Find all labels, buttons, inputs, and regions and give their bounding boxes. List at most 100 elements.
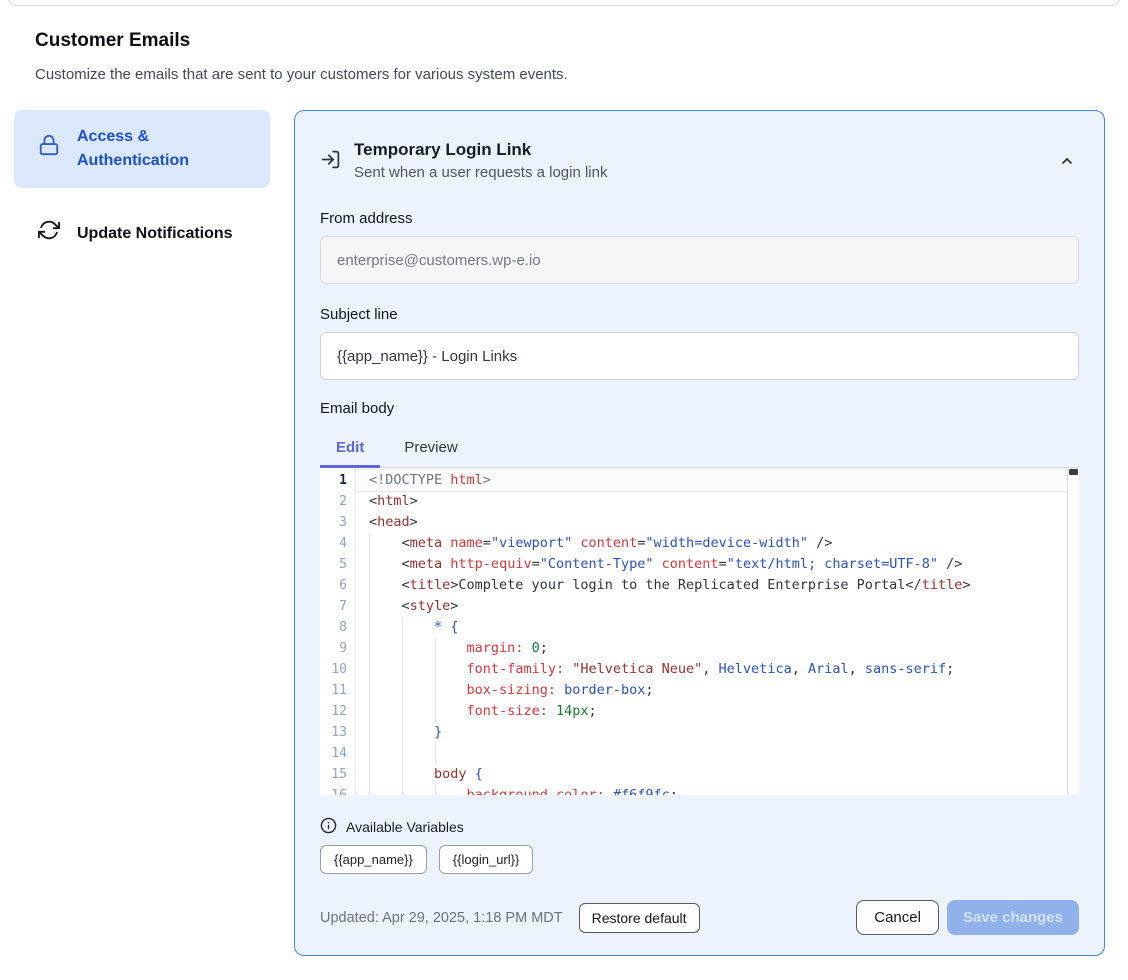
info-icon xyxy=(320,817,337,837)
indent-guide xyxy=(369,533,370,554)
previous-card-bottom-edge xyxy=(8,0,1120,6)
email-body-tabs: Edit Preview xyxy=(320,430,1079,467)
indent-guide xyxy=(369,596,370,617)
log-in-icon xyxy=(320,149,341,175)
line-number: 13 xyxy=(320,722,355,743)
code-line[interactable]: <title>Complete your login to the Replic… xyxy=(356,575,1067,596)
indent-guide xyxy=(402,722,403,743)
indent-guide xyxy=(435,680,436,701)
line-number: 12 xyxy=(320,701,355,722)
indent-guide xyxy=(402,659,403,680)
indent-guide xyxy=(369,680,370,701)
refresh-icon xyxy=(38,219,60,249)
save-changes-button[interactable]: Save changes xyxy=(947,900,1079,935)
chevron-up-icon xyxy=(1059,157,1075,172)
cancel-button[interactable]: Cancel xyxy=(856,900,939,935)
indent-guide xyxy=(402,638,403,659)
card-footer: Updated: Apr 29, 2025, 1:18 PM MDT Resto… xyxy=(320,900,1079,935)
line-number: 6 xyxy=(320,575,355,596)
indent-guide xyxy=(369,701,370,722)
indent-guide xyxy=(369,575,370,596)
page-title: Customer Emails xyxy=(35,30,190,52)
subject-line-input[interactable] xyxy=(320,332,1079,380)
indent-guide xyxy=(369,722,370,743)
card-header: Temporary Login Link Sent when a user re… xyxy=(320,137,1079,184)
code-line[interactable]: margin: 0; xyxy=(356,638,1067,659)
indent-guide xyxy=(369,764,370,785)
email-body-label: Email body xyxy=(320,400,1079,417)
available-variables-label: Available Variables xyxy=(346,819,464,835)
code-line[interactable]: font-size: 14px; xyxy=(356,701,1067,722)
line-number: 8 xyxy=(320,617,355,638)
variable-chip-app-name[interactable]: {{app_name}} xyxy=(320,845,427,874)
indent-guide xyxy=(435,701,436,722)
code-line[interactable] xyxy=(356,743,1067,764)
code-line[interactable]: * { xyxy=(356,617,1067,638)
email-types-sidebar: Access & Authentication Update Notificat… xyxy=(14,110,270,262)
variable-chips: {{app_name}} {{login_url}} xyxy=(320,845,1079,874)
page-subtitle: Customize the emails that are sent to yo… xyxy=(35,66,568,83)
sidebar-item-access-authentication[interactable]: Access & Authentication xyxy=(14,110,270,188)
indent-guide xyxy=(369,743,370,764)
line-number: 3 xyxy=(320,512,355,533)
restore-default-button[interactable]: Restore default xyxy=(579,903,700,933)
indent-guide xyxy=(402,743,403,764)
indent-guide xyxy=(402,680,403,701)
line-number: 15 xyxy=(320,764,355,785)
customer-emails-page: Customer Emails Customize the emails tha… xyxy=(0,0,1128,980)
code-line[interactable]: <head> xyxy=(356,512,1067,533)
subject-line-label: Subject line xyxy=(320,306,1079,323)
line-number: 1 xyxy=(320,470,355,491)
line-number: 10 xyxy=(320,659,355,680)
lock-icon xyxy=(38,134,60,164)
code-line[interactable]: body { xyxy=(356,764,1067,785)
indent-guide xyxy=(402,617,403,638)
tab-preview[interactable]: Preview xyxy=(388,430,473,467)
code-line[interactable]: <meta name="viewport" content="width=dev… xyxy=(356,533,1067,554)
indent-guide xyxy=(435,743,436,764)
updated-timestamp: Updated: Apr 29, 2025, 1:18 PM MDT xyxy=(320,910,563,926)
indent-guide xyxy=(402,701,403,722)
code-line[interactable]: <!DOCTYPE html> xyxy=(356,470,1067,491)
code-line[interactable]: } xyxy=(356,722,1067,743)
from-address-input[interactable] xyxy=(320,236,1079,284)
tab-edit[interactable]: Edit xyxy=(320,430,380,467)
code-line[interactable]: <style> xyxy=(356,596,1067,617)
line-number: 16 xyxy=(320,785,355,795)
editor-line-numbers: 12345678910111213141516 xyxy=(320,470,355,795)
editor-code-area[interactable]: <!DOCTYPE html><html><head> <meta name="… xyxy=(356,470,1067,795)
indent-guide xyxy=(435,659,436,680)
code-line[interactable]: <html> xyxy=(356,491,1067,512)
sidebar-item-label: Access & Authentication xyxy=(77,125,254,173)
email-body-code-editor[interactable]: 12345678910111213141516 <!DOCTYPE html><… xyxy=(320,467,1079,795)
code-line[interactable]: background-color: #f6f9fc; xyxy=(356,785,1067,795)
indent-guide xyxy=(369,785,370,795)
code-line[interactable]: box-sizing: border-box; xyxy=(356,680,1067,701)
temporary-login-link-card: Temporary Login Link Sent when a user re… xyxy=(294,110,1105,956)
from-address-label: From address xyxy=(320,210,1079,227)
line-number: 4 xyxy=(320,533,355,554)
card-title: Temporary Login Link xyxy=(354,137,607,162)
indent-guide xyxy=(435,785,436,795)
indent-guide xyxy=(402,764,403,785)
card-header-text: Temporary Login Link Sent when a user re… xyxy=(354,137,607,184)
line-number: 5 xyxy=(320,554,355,575)
indent-guide xyxy=(369,554,370,575)
available-variables-row: Available Variables xyxy=(320,817,1079,837)
indent-guide xyxy=(369,617,370,638)
indent-guide xyxy=(369,638,370,659)
indent-guide xyxy=(402,785,403,795)
code-line[interactable]: font-family: "Helvetica Neue", Helvetica… xyxy=(356,659,1067,680)
line-number: 11 xyxy=(320,680,355,701)
collapse-button[interactable] xyxy=(1055,149,1079,176)
line-number: 2 xyxy=(320,491,355,512)
line-number: 7 xyxy=(320,596,355,617)
variable-chip-login-url[interactable]: {{login_url}} xyxy=(439,845,534,874)
card-subtitle: Sent when a user requests a login link xyxy=(354,162,607,184)
sidebar-item-label: Update Notifications xyxy=(77,222,233,246)
code-line[interactable]: <meta http-equiv="Content-Type" content=… xyxy=(356,554,1067,575)
line-number: 9 xyxy=(320,638,355,659)
editor-scrollbar[interactable] xyxy=(1067,468,1079,795)
editor-scrollbar-thumb[interactable] xyxy=(1069,469,1078,475)
sidebar-item-update-notifications[interactable]: Update Notifications xyxy=(14,206,270,262)
